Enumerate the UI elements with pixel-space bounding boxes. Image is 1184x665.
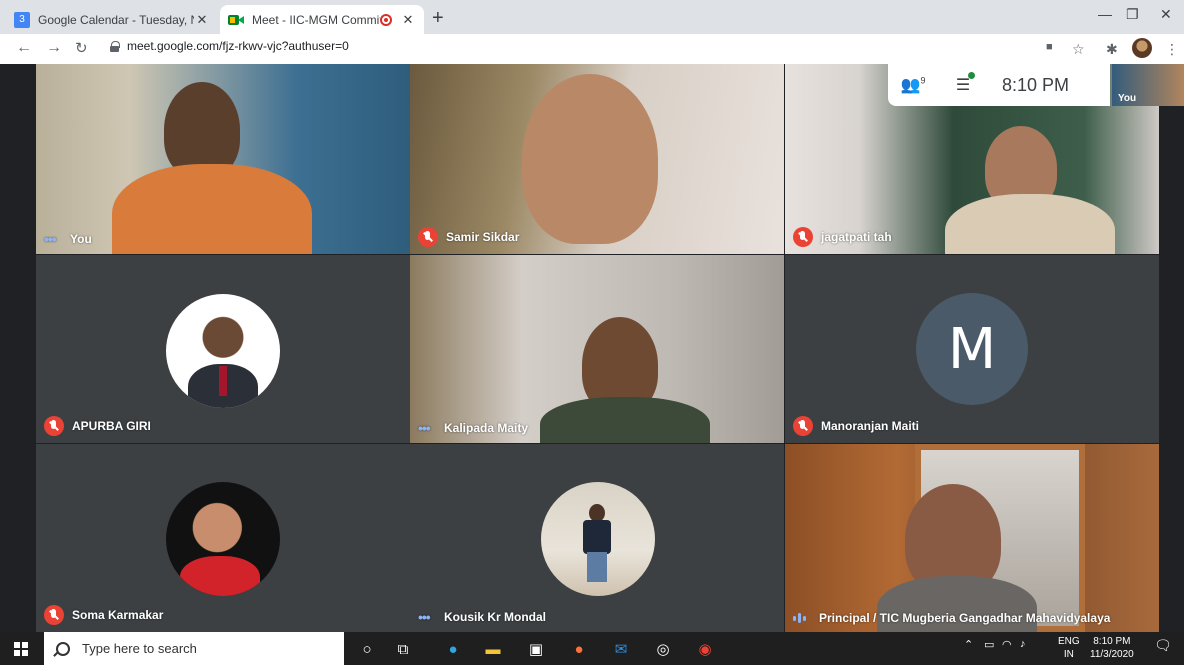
recording-icon	[380, 13, 392, 26]
chat-icon[interactable]: ☰	[938, 72, 988, 95]
participant-tile[interactable]: Principal / TIC Mugberia Gangadhar Mahav…	[785, 444, 1159, 632]
meeting-clock: 8:10 PM	[1002, 74, 1070, 95]
audio-activity-icon: •••	[418, 609, 431, 625]
task-view-icon[interactable]: ⧉	[394, 640, 412, 658]
participant-tile[interactable]: M Manoranjan Maiti	[785, 255, 1159, 443]
mic-off-icon	[793, 416, 813, 436]
meet-top-bar: 👥9 ☰ 8:10 PM	[888, 64, 1110, 106]
language-indicator[interactable]: ENG IN	[1058, 635, 1080, 661]
battery-icon[interactable]: ▭	[984, 638, 994, 651]
file-explorer-icon[interactable]: ▬	[484, 640, 502, 658]
participant-name-label: jagatpati tah	[793, 227, 892, 247]
self-view-label: You	[1118, 93, 1137, 104]
tab-meet[interactable]: Meet - IIC-MGM Committee ✕	[220, 5, 424, 34]
taskbar-search[interactable]: Type here to search	[44, 632, 344, 665]
participant-name-label: Soma Karmakar	[44, 605, 163, 625]
speaking-indicator-icon	[793, 613, 811, 623]
audio-activity-icon: •••	[418, 420, 431, 436]
meet-stage: ••• You Samir Sikdar jagatpati tah APURB…	[0, 64, 1184, 632]
browser-toolbar: ← → ↻ meet.google.com/fjz-rkwv-vjc?authu…	[0, 34, 1184, 64]
extensions-icon[interactable]: ✱	[1106, 41, 1118, 58]
tab-title: Meet - IIC-MGM Committee	[252, 12, 380, 27]
participant-name-label: ••• Kousik Kr Mondal	[418, 609, 547, 625]
search-icon	[56, 641, 70, 656]
participant-name-label: Samir Sikdar	[418, 227, 519, 247]
participant-tile[interactable]: Soma Karmakar	[36, 444, 410, 632]
reload-icon[interactable]: ↻	[75, 39, 88, 57]
people-icon[interactable]: 👥9	[888, 75, 938, 95]
chat-notification-dot	[968, 72, 975, 79]
participant-avatar	[541, 482, 655, 596]
participant-avatar	[166, 294, 280, 408]
participant-video	[540, 397, 710, 443]
mic-off-icon	[44, 416, 64, 436]
back-icon[interactable]: ←	[16, 39, 32, 57]
participant-video	[945, 194, 1115, 254]
lock-icon	[110, 40, 120, 52]
participant-name-label: ••• Kalipada Maity	[418, 420, 529, 436]
menu-icon[interactable]: ⋮	[1165, 41, 1179, 58]
participant-count-badge: 9	[920, 75, 926, 86]
participant-tile[interactable]: ••• Kousik Kr Mondal	[410, 444, 784, 632]
participant-tile-you[interactable]: ••• You	[36, 64, 410, 254]
volume-icon[interactable]: ♪	[1020, 638, 1026, 650]
mic-off-icon	[793, 227, 813, 247]
mic-off-icon	[44, 605, 64, 625]
participant-name-label: APURBA GIRI	[44, 416, 151, 436]
participant-video	[112, 164, 312, 254]
meet-icon	[228, 12, 244, 28]
self-view-thumbnail[interactable]: You	[1112, 64, 1184, 106]
cortana-icon[interactable]: ○	[358, 640, 376, 658]
close-icon[interactable]: ✕	[194, 12, 210, 28]
calendar-icon: 3	[14, 11, 30, 28]
taskbar-clock[interactable]: 8:10 PM 11/3/2020	[1090, 635, 1134, 661]
tray-chevron-icon[interactable]: ⌃	[964, 638, 973, 651]
bookmark-star-icon[interactable]: ☆	[1072, 41, 1085, 58]
participant-name-label: ••• You	[44, 231, 92, 247]
participant-initial-avatar: M	[916, 293, 1028, 405]
wifi-icon[interactable]: ◠	[1002, 638, 1012, 651]
participant-tile[interactable]: Samir Sikdar	[410, 64, 784, 254]
store-icon[interactable]: ▣	[527, 640, 545, 658]
notifications-icon[interactable]: 🗨	[1154, 637, 1172, 654]
edge-icon[interactable]: ●	[444, 640, 462, 658]
participant-tile[interactable]: APURBA GIRI	[36, 255, 410, 443]
participant-avatar	[166, 482, 280, 596]
minimize-icon[interactable]: —	[1098, 6, 1112, 22]
mail-icon[interactable]: ✉	[612, 640, 630, 658]
media-icon[interactable]: ◎	[654, 640, 672, 658]
audio-activity-icon: •••	[44, 231, 57, 247]
address-bar[interactable]: meet.google.com/fjz-rkwv-vjc?authuser=0	[110, 39, 349, 53]
tab-google-calendar[interactable]: 3 Google Calendar - Tuesday, Nov ✕	[6, 5, 218, 34]
windows-taskbar: Type here to search ○ ⧉ ● ▬ ▣ ● ✉ ◎ ◉ ⌃ …	[0, 632, 1184, 665]
participant-video	[522, 74, 658, 244]
participant-tile[interactable]: ••• Kalipada Maity	[410, 255, 784, 443]
forward-icon[interactable]: →	[46, 39, 62, 57]
tab-title: Google Calendar - Tuesday, Nov	[38, 12, 194, 27]
tab-strip: 3 Google Calendar - Tuesday, Nov ✕ Meet …	[0, 0, 1184, 34]
chrome-icon[interactable]: ◉	[696, 640, 714, 658]
restore-icon[interactable]: ❐	[1126, 6, 1139, 23]
profile-avatar[interactable]	[1132, 38, 1152, 58]
camera-icon[interactable]: ■	[1046, 41, 1053, 53]
firefox-icon[interactable]: ●	[570, 640, 588, 658]
window-close-icon[interactable]: ✕	[1160, 6, 1172, 23]
url-text: meet.google.com/fjz-rkwv-vjc?authuser=0	[127, 39, 349, 53]
new-tab-button[interactable]: +	[432, 8, 444, 28]
participant-name-label: Manoranjan Maiti	[793, 416, 919, 436]
close-icon[interactable]: ✕	[400, 12, 416, 28]
search-placeholder: Type here to search	[82, 641, 197, 656]
participant-name-label: Principal / TIC Mugberia Gangadhar Mahav…	[793, 611, 1110, 625]
mic-off-icon	[418, 227, 438, 247]
windows-start-icon[interactable]	[14, 642, 28, 656]
